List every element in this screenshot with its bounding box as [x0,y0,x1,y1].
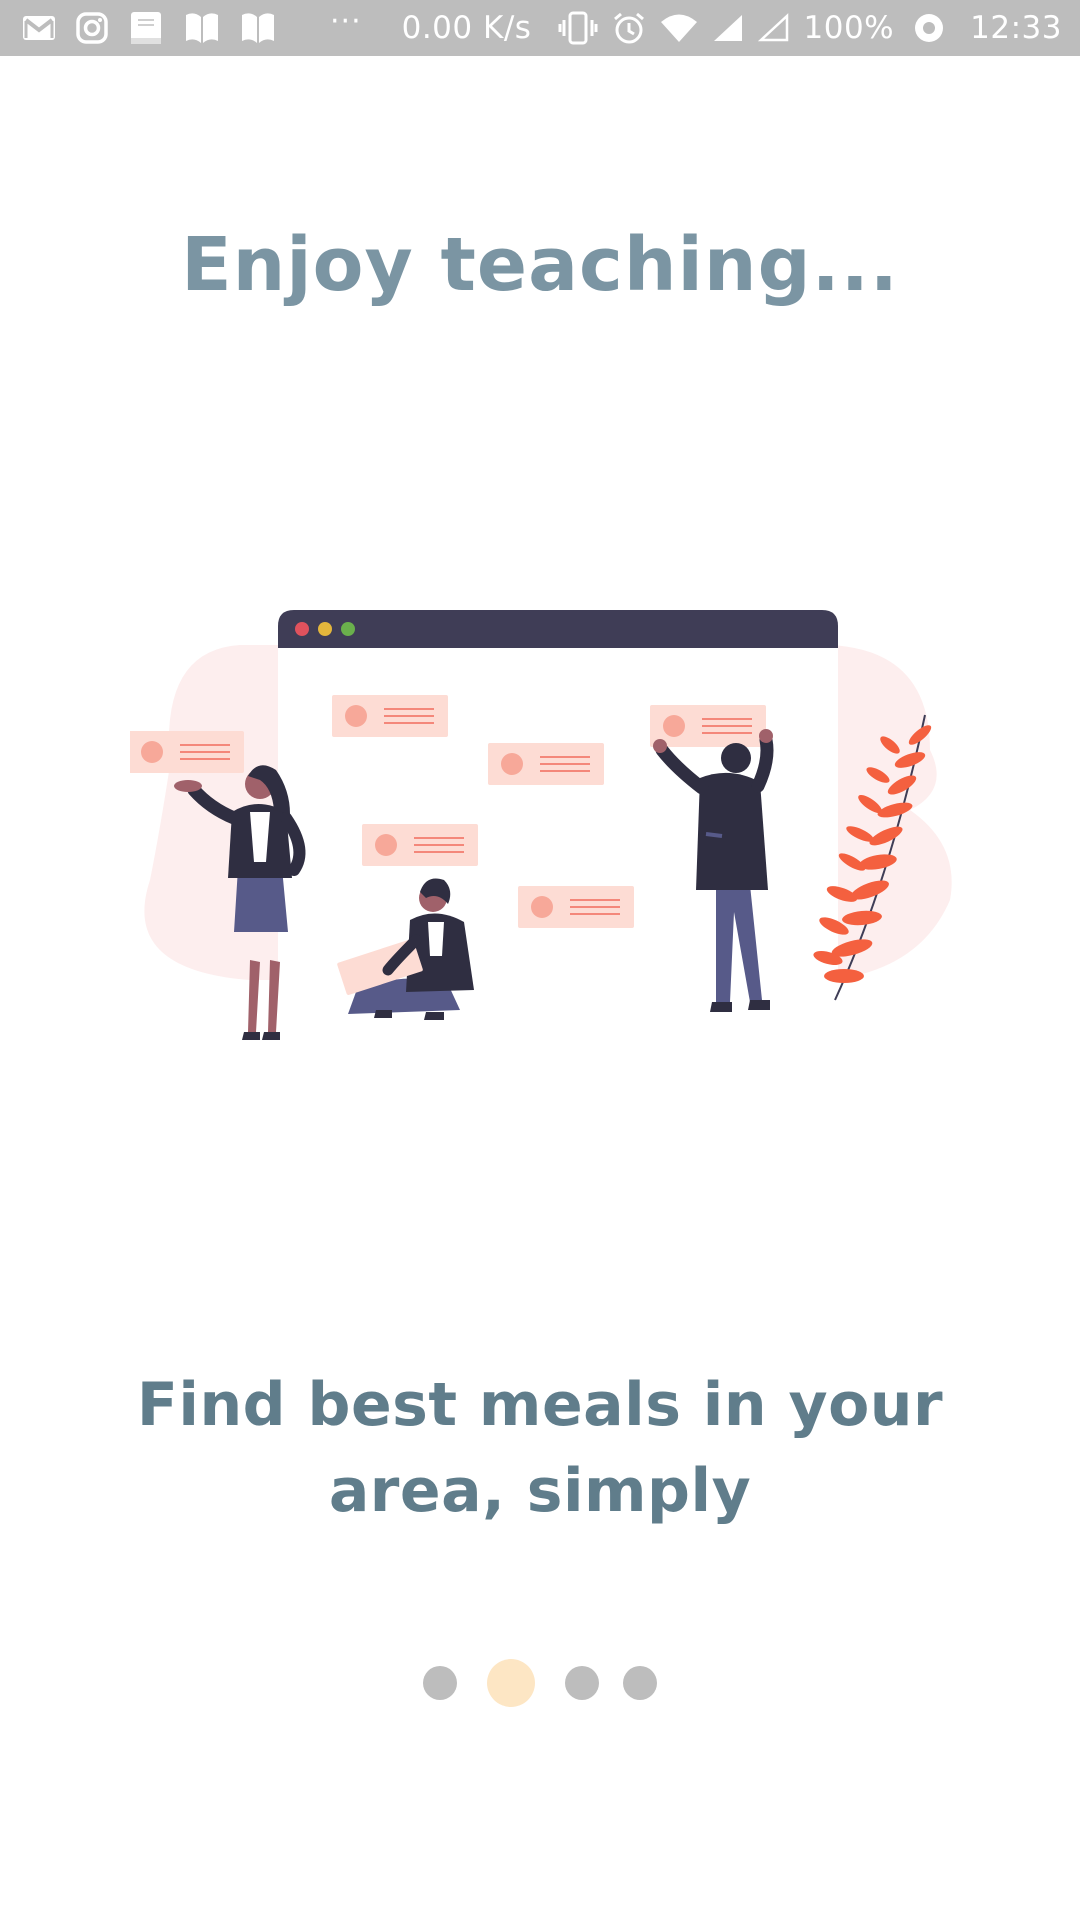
data-saver-icon [912,0,946,56]
teaching-illustration [130,610,952,1040]
clock: 12:33 [970,10,1062,46]
network-speed: 0.00 K/s [401,10,532,46]
vibrate-icon [558,0,598,56]
book-icon [184,0,220,56]
alarm-icon [612,0,646,56]
system-icons: 100% 12:33 [558,0,1062,56]
browser-titlebar [278,610,838,648]
instagram-icon [76,0,108,56]
battery-percentage: 100% [803,10,895,46]
wifi-icon [660,0,698,56]
window-maximize-dot [341,622,355,636]
signal-empty-icon [757,0,790,56]
signal-icon [712,0,744,56]
page-dot-3[interactable] [565,1666,599,1700]
page-dot-4[interactable] [623,1666,657,1700]
window-close-dot [295,622,309,636]
onboarding-screen: ··· 0.00 K/s 100% 12:33 Enjoy teaching..… [0,0,1080,1920]
notification-icons: ··· 0.00 K/s [22,0,549,56]
page-dot-1[interactable] [423,1666,457,1700]
more-notifications-icon: ··· [330,4,362,39]
bible-icon [128,0,164,56]
window-minimize-dot [318,622,332,636]
page-indicator [0,1658,1080,1708]
onboarding-title: Enjoy teaching... [181,222,899,308]
gmail-icon [22,0,56,56]
status-bar: ··· 0.00 K/s 100% 12:33 [0,0,1080,56]
page-dot-2-active[interactable] [487,1659,535,1707]
onboarding-description: Find best meals in your area, simply [136,1370,944,1526]
book-icon [240,0,276,56]
